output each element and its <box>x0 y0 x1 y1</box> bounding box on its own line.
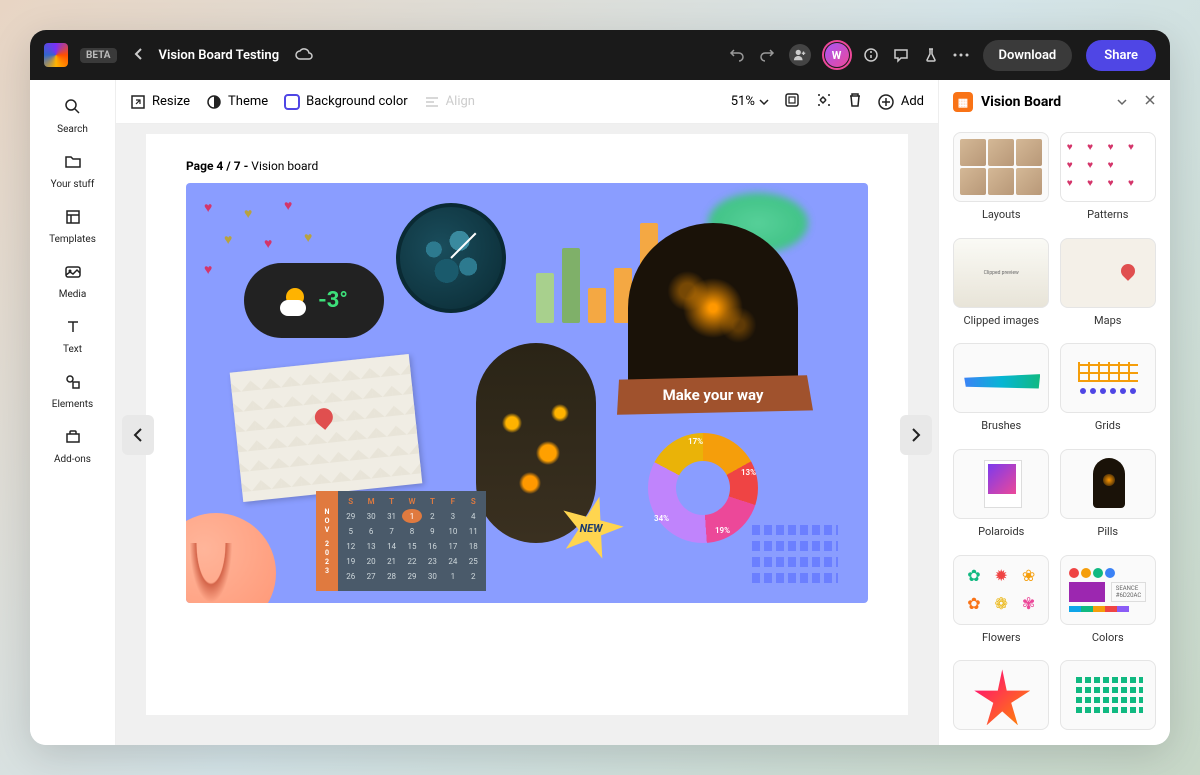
back-arrow-icon[interactable] <box>129 42 147 69</box>
user-avatar[interactable]: W <box>825 43 849 67</box>
document-title[interactable]: Vision Board Testing <box>159 48 280 63</box>
arch-image-element[interactable] <box>628 223 798 393</box>
nav-your-stuff[interactable]: Your stuff <box>30 147 115 196</box>
beta-badge: BETA <box>80 48 117 63</box>
panel-item-grids[interactable]: Grids <box>1060 343 1157 439</box>
bgcolor-swatch-icon <box>284 94 300 110</box>
panel-title: Vision Board <box>981 94 1061 110</box>
view-icon[interactable] <box>783 91 801 113</box>
canvas[interactable]: ♥♥♥ ♥♥♥ ♥ -3° <box>186 183 868 603</box>
cloud-sync-icon[interactable] <box>295 46 313 65</box>
weather-cloud-icon <box>280 286 310 316</box>
clock-element[interactable] <box>396 203 506 313</box>
donut-chart-element[interactable]: 17% 13% 19% 34% <box>648 433 758 543</box>
resize-tool[interactable]: Resize <box>130 94 190 110</box>
next-page-arrow[interactable] <box>900 415 932 455</box>
toolbar: Resize Theme Background color Align 51% … <box>116 80 938 124</box>
new-badge-element[interactable]: NEW <box>566 503 616 553</box>
undo-icon[interactable] <box>729 47 745 63</box>
download-button[interactable]: Download <box>983 40 1073 71</box>
invite-user-icon[interactable] <box>789 44 811 66</box>
media-icon <box>64 263 82 286</box>
add-button[interactable]: Add <box>877 93 924 111</box>
panel-item-waves[interactable] <box>1060 660 1157 737</box>
more-icon[interactable] <box>953 53 969 57</box>
app-logo <box>44 43 68 67</box>
bgcolor-tool[interactable]: Background color <box>284 94 408 110</box>
panel-item-patterns[interactable]: Patterns <box>1060 132 1157 228</box>
nav-elements[interactable]: Elements <box>30 367 115 416</box>
detach-icon[interactable] <box>815 91 833 113</box>
waves-element[interactable] <box>748 525 838 583</box>
delete-icon[interactable] <box>847 91 863 113</box>
text-icon <box>64 318 82 341</box>
nav-media[interactable]: Media <box>30 257 115 306</box>
page-label: Page 4 / 7 - Vision board <box>186 159 868 173</box>
theme-tool[interactable]: Theme <box>206 94 268 110</box>
nav-search[interactable]: Search <box>30 92 115 141</box>
panel-item-clipped[interactable]: Clipped previewClipped images <box>953 238 1050 334</box>
prev-page-arrow[interactable] <box>122 415 154 455</box>
panel-close-icon[interactable] <box>1144 94 1156 110</box>
nav-text[interactable]: Text <box>30 312 115 361</box>
panel-item-flowers[interactable]: ✿✹❀✿❁✾Flowers <box>953 555 1050 651</box>
panel-item-polaroids[interactable]: Polaroids <box>953 449 1050 545</box>
panel-icon: ▦ <box>953 92 973 112</box>
panel-item-layouts[interactable]: Layouts <box>953 132 1050 228</box>
comment-icon[interactable] <box>893 47 909 63</box>
help-icon[interactable] <box>863 47 879 63</box>
redo-icon[interactable] <box>759 47 775 63</box>
panel-collapse-icon[interactable] <box>1116 94 1128 110</box>
map-element[interactable] <box>230 354 423 502</box>
banner-element[interactable]: Make your way <box>613 373 813 417</box>
nav-templates[interactable]: Templates <box>30 202 115 251</box>
panel-item-pills[interactable]: Pills <box>1060 449 1157 545</box>
zoom-control[interactable]: 51% <box>731 94 769 109</box>
vision-board-panel: ▦ Vision Board Layouts Patterns Clipped … <box>938 80 1170 745</box>
panel-item-colors[interactable]: SEANCE#6D20ACColors <box>1060 555 1157 651</box>
panel-item-brushes[interactable]: Brushes <box>953 343 1050 439</box>
nav-addons[interactable]: Add-ons <box>30 422 115 471</box>
folder-icon <box>64 153 82 176</box>
align-tool: Align <box>424 94 475 110</box>
templates-icon <box>64 208 82 231</box>
addons-icon <box>64 428 82 451</box>
weather-widget[interactable]: -3° <box>244 263 384 338</box>
beaker-icon[interactable] <box>923 47 939 63</box>
left-nav: Search Your stuff Templates Media Text E… <box>30 80 116 745</box>
panel-item-burst[interactable] <box>953 660 1050 737</box>
top-bar: BETA Vision Board Testing W Download Sha… <box>30 30 1170 80</box>
peach-shape-element[interactable] <box>186 513 276 603</box>
elements-icon <box>64 373 82 396</box>
panel-item-maps[interactable]: Maps <box>1060 238 1157 334</box>
share-button[interactable]: Share <box>1086 40 1156 71</box>
calendar-element[interactable]: NOV 2023 SMTWTFS 2930311234 567891011 12… <box>316 491 486 591</box>
search-icon <box>64 98 82 121</box>
